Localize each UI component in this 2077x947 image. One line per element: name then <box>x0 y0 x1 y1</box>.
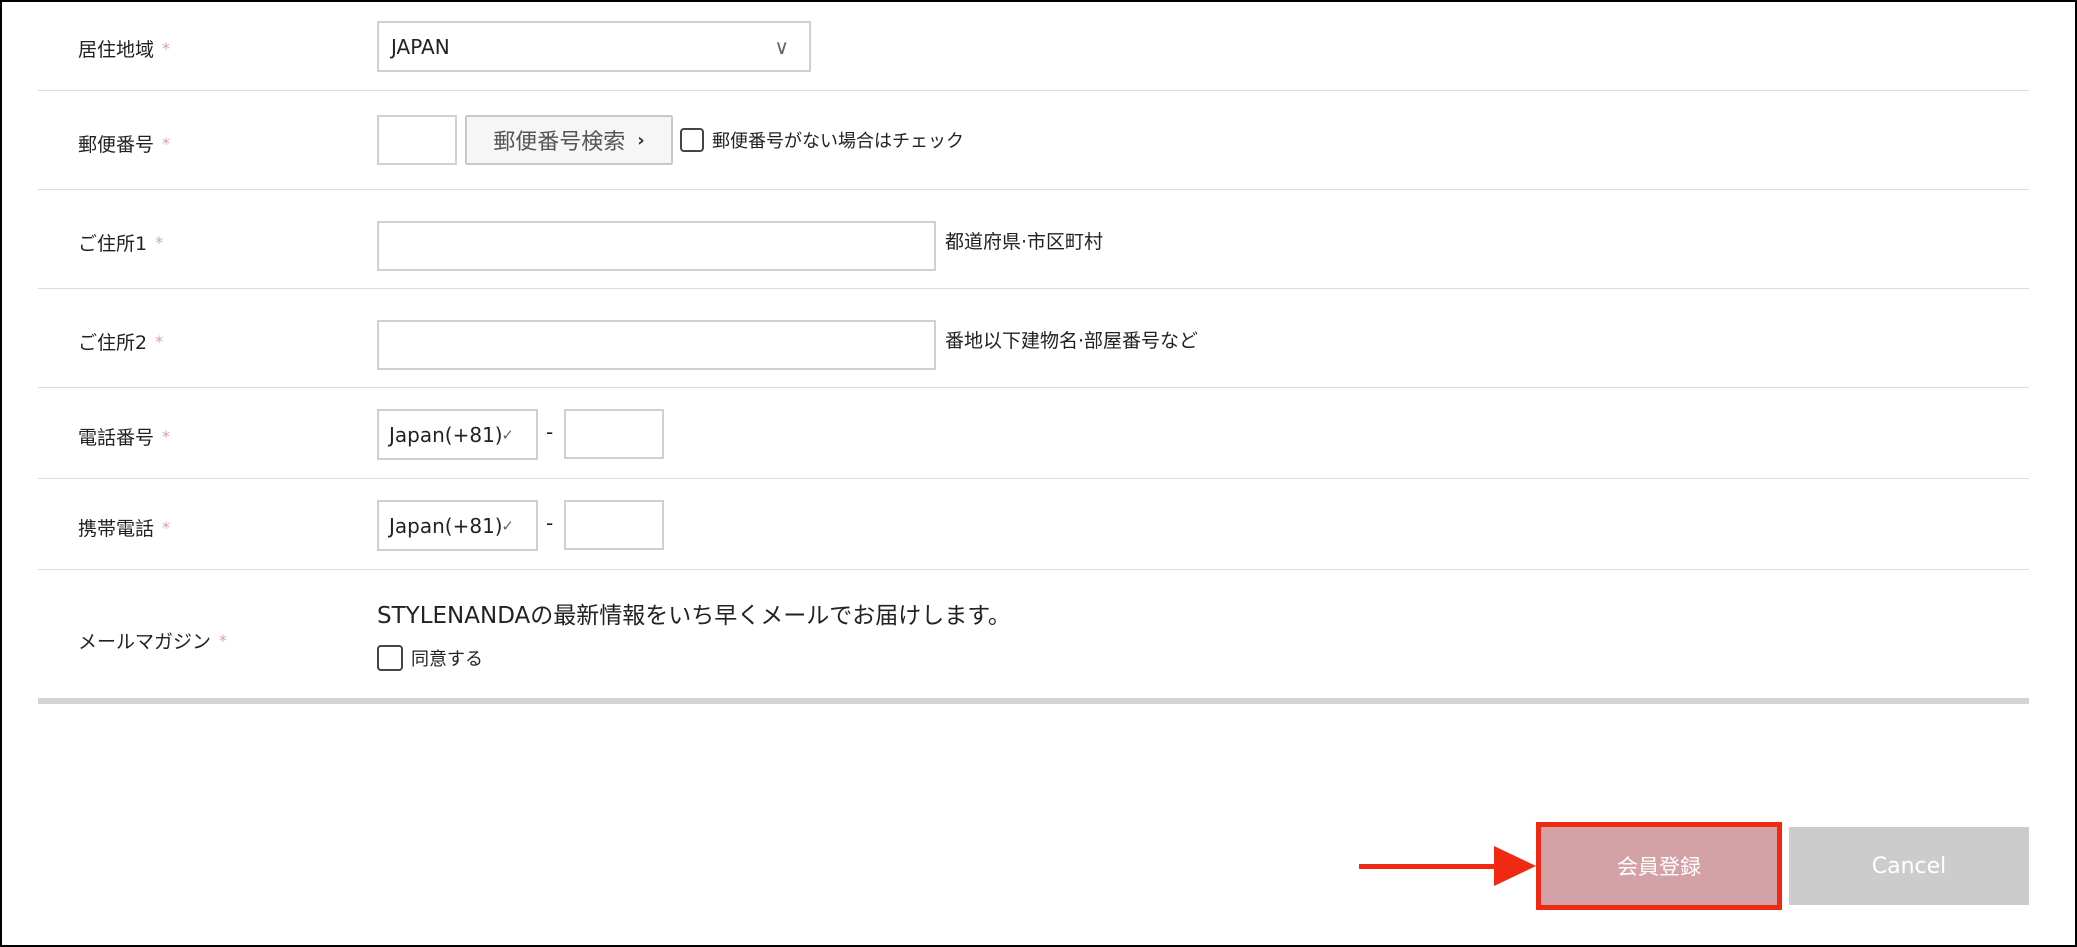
mobile-label: 携帯電話 * <box>78 518 171 540</box>
required-star-icon: * <box>162 427 171 446</box>
row-newsletter: メールマガジン * STYLENANDAの最新情報をいち早くメールでお届けします… <box>38 570 2029 703</box>
address1-label: ご住所1 * <box>78 233 164 255</box>
region-label: 居住地域 * <box>78 39 171 61</box>
newsletter-description: STYLENANDAの最新情報をいち早くメールでお届けします。 <box>377 603 1011 629</box>
chevron-down-icon: ✓ <box>501 425 514 444</box>
postal-label: 郵便番号 * <box>78 134 171 156</box>
mobile-number-input[interactable] <box>564 500 664 550</box>
registration-form: 居住地域 * JAPAN ∨ 郵便番号 * 郵便番号検索 › 郵便番号がない場合… <box>38 0 2029 703</box>
phone-country-select[interactable]: Japan(+81) ✓ <box>377 409 538 460</box>
phone-label: 電話番号 * <box>78 427 171 449</box>
newsletter-label: メールマガジン * <box>78 631 228 653</box>
no-postal-checkbox[interactable] <box>680 128 704 152</box>
address1-input[interactable] <box>377 221 936 271</box>
no-postal-option: 郵便番号がない場合はチェック <box>680 127 964 153</box>
mobile-country-select[interactable]: Japan(+81) ✓ <box>377 500 538 551</box>
required-star-icon: * <box>162 134 171 153</box>
row-phone: 電話番号 * Japan(+81) ✓ - <box>38 388 2029 479</box>
required-star-icon: * <box>155 233 164 252</box>
address2-hint: 番地以下建物名·部屋番号など <box>945 330 1199 352</box>
row-address1: ご住所1 * 都道府県·市区町村 <box>38 190 2029 289</box>
chevron-down-icon: ∨ <box>774 34 789 59</box>
cancel-button[interactable]: Cancel <box>1789 827 2029 905</box>
register-button[interactable]: 会員登録 <box>1536 822 1782 910</box>
row-region: 居住地域 * JAPAN ∨ <box>38 0 2029 91</box>
chevron-right-icon: › <box>637 129 645 151</box>
address2-input[interactable] <box>377 320 936 370</box>
region-select[interactable]: JAPAN ∨ <box>377 21 811 72</box>
phone-number-input[interactable] <box>564 409 664 459</box>
mobile-separator: - <box>546 511 554 535</box>
newsletter-agree-option: 同意する <box>377 645 483 671</box>
row-address2: ご住所2 * 番地以下建物名·部屋番号など <box>38 289 2029 388</box>
phone-separator: - <box>546 420 554 444</box>
chevron-down-icon: ✓ <box>501 516 514 535</box>
form-bottom-divider <box>38 698 2029 704</box>
required-star-icon: * <box>162 39 171 58</box>
annotation-arrow-icon <box>1494 846 1536 886</box>
newsletter-agree-checkbox[interactable] <box>377 645 403 671</box>
required-star-icon: * <box>155 332 164 351</box>
postal-search-button[interactable]: 郵便番号検索 › <box>465 115 673 165</box>
address2-label: ご住所2 * <box>78 332 164 354</box>
required-star-icon: * <box>219 631 228 650</box>
annotation-arrow-shaft <box>1359 864 1499 869</box>
required-star-icon: * <box>162 518 171 537</box>
address1-hint: 都道府県·市区町村 <box>945 231 1104 253</box>
row-postal: 郵便番号 * 郵便番号検索 › 郵便番号がない場合はチェック <box>38 91 2029 190</box>
row-mobile: 携帯電話 * Japan(+81) ✓ - <box>38 479 2029 570</box>
postal-code-input[interactable] <box>377 115 457 165</box>
